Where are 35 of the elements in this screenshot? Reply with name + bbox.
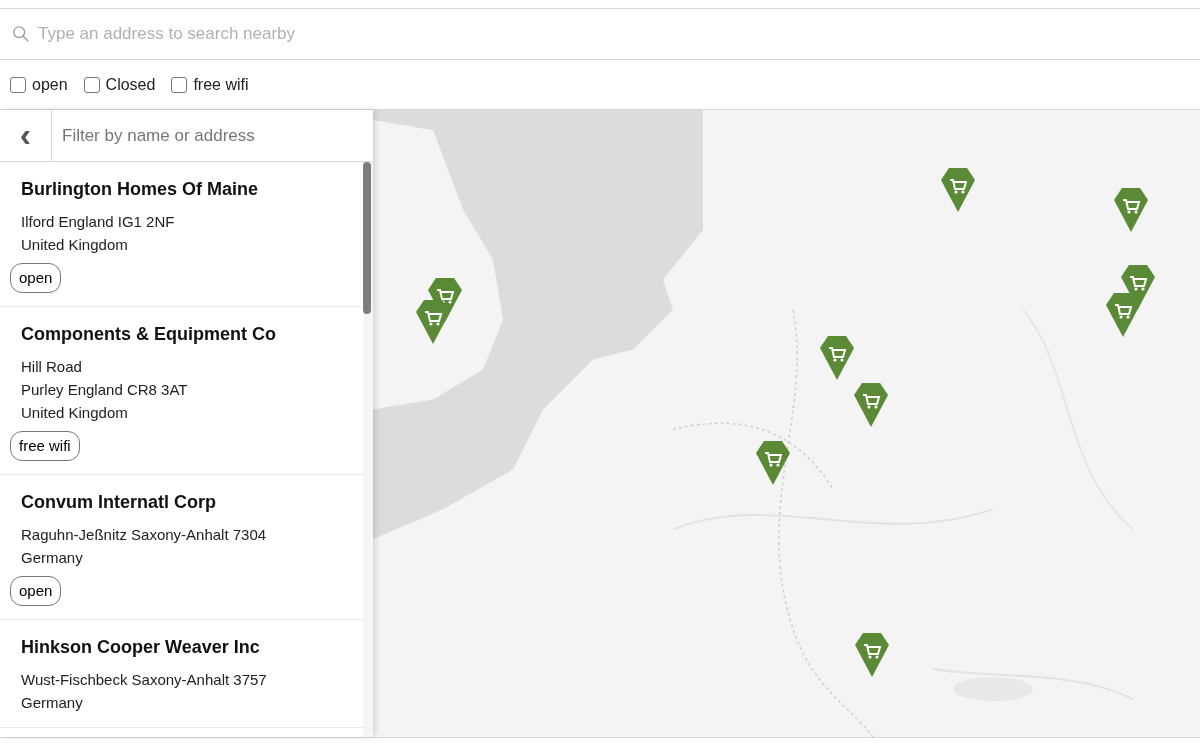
cart-marker-icon[interactable]: [940, 166, 976, 214]
search-field[interactable]: Type an address to search nearby: [38, 21, 1188, 47]
checkbox[interactable]: [10, 76, 26, 93]
address-line: Germany: [20, 548, 84, 568]
cart-marker-icon[interactable]: [755, 439, 791, 487]
tag: free wifi: [10, 431, 80, 461]
address-line: Wust-Fischbeck Saxony-Anhalt 3757: [20, 670, 268, 690]
checkbox[interactable]: [83, 76, 100, 93]
checkbox-label: Closed: [105, 74, 156, 95]
scrollbar-thumb[interactable]: [363, 162, 371, 314]
cart-marker-icon[interactable]: [853, 381, 889, 429]
back-button[interactable]: ‹: [0, 110, 52, 161]
address-line: Germany: [20, 693, 84, 713]
search-icon: [12, 25, 30, 43]
address-line: Purley England CR8 3AT: [20, 380, 189, 400]
checkbox-label: open: [32, 74, 68, 95]
tag: open: [10, 576, 62, 606]
cart-marker-icon[interactable]: [1113, 186, 1149, 234]
address-line: Raguhn-Jeßnitz Saxony-Anhalt 7304: [20, 525, 268, 545]
checkbox[interactable]: [171, 76, 188, 93]
cart-marker-icon[interactable]: [819, 334, 855, 382]
cart-marker-icon[interactable]: [415, 298, 451, 346]
address-line: United Kingdom: [20, 235, 129, 255]
location-name: Convum Internatl Corp: [20, 491, 217, 514]
address-line: United Kingdom: [20, 403, 129, 423]
cart-marker-icon[interactable]: [1105, 291, 1141, 339]
address-line: Hill Road: [20, 357, 83, 377]
filter-field[interactable]: Filter by name or address: [52, 110, 373, 161]
cart-marker-icon[interactable]: [854, 631, 890, 679]
location-name: Components & Equipment Co: [20, 323, 277, 346]
checkbox-label: free wifi: [193, 74, 249, 95]
tag: open: [10, 263, 62, 293]
address-line: Ilford England IG1 2NF: [20, 212, 176, 232]
location-name: Hinkson Cooper Weaver Inc: [20, 636, 261, 659]
location-name: Burlington Homes Of Maine: [20, 178, 259, 201]
